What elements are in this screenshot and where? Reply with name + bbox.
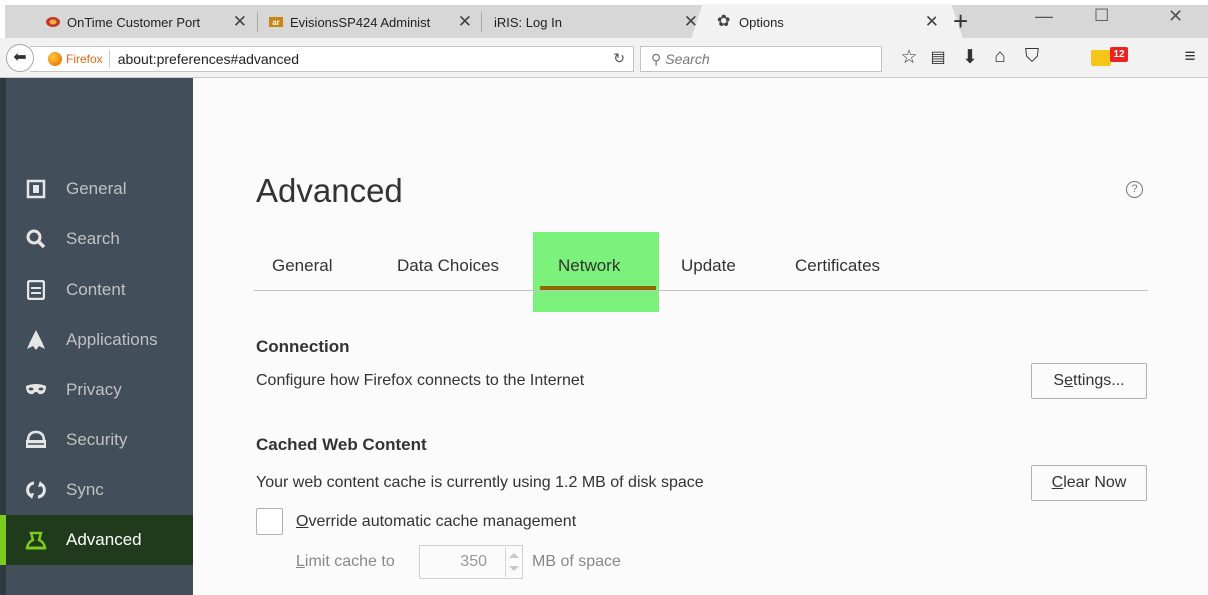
tab-ontime[interactable]: OnTime Customer Port ✕ — [35, 6, 255, 38]
button-label-prefix: S — [1053, 372, 1065, 389]
notification-badge: 12 — [1110, 47, 1128, 62]
general-icon — [24, 177, 48, 201]
sidebar-item-label: Content — [66, 280, 126, 299]
sidebar-item-label: Search — [66, 229, 120, 248]
sidebar-item-label: Applications — [66, 330, 158, 349]
chevron-up-icon[interactable] — [509, 553, 519, 558]
download-icon[interactable]: ⬇ — [958, 46, 982, 69]
close-icon[interactable]: ✕ — [925, 12, 939, 32]
cache-heading: Cached Web Content — [256, 435, 427, 454]
page-title: Advanced — [256, 172, 403, 209]
menu-icon[interactable]: ≡ — [1178, 46, 1202, 68]
tab-separator — [481, 12, 482, 32]
chevron-down-icon[interactable] — [509, 566, 519, 571]
home-icon[interactable]: ⌂ — [988, 46, 1012, 68]
tab-data-choices[interactable]: Data Choices — [397, 256, 499, 276]
accesskey: L — [296, 553, 305, 570]
tab-title: iRIS: Log In — [494, 14, 562, 30]
close-icon[interactable]: ✕ — [458, 12, 472, 32]
sidebar-item-label: Advanced — [66, 530, 142, 549]
search-input[interactable]: ⚲ Search — [640, 46, 882, 72]
extension-icon[interactable] — [1091, 50, 1111, 66]
nav-bar: Firefox about:preferences#advanced ↻ ⬅ ⚲… — [0, 38, 1208, 78]
tab-options[interactable]: ✿ Options ✕ — [707, 4, 947, 38]
tab-title: EvisionsSP424 Administ — [290, 14, 431, 30]
minimize-button[interactable]: — — [1035, 6, 1053, 27]
pocket-icon[interactable]: ⛉ — [1020, 46, 1044, 68]
sync-icon — [24, 478, 48, 502]
new-tab-button[interactable]: + — [953, 6, 968, 36]
cache-size-stepper[interactable] — [505, 547, 521, 577]
url-bar[interactable]: Firefox about:preferences#advanced ↻ — [30, 46, 634, 72]
connection-settings-button[interactable]: Settings... — [1031, 363, 1147, 399]
maximize-button[interactable]: ☐ — [1094, 6, 1109, 26]
button-label-rest: lear Now — [1063, 474, 1127, 491]
selected-tab-underline — [540, 286, 656, 290]
limit-cache-label: Limit cache to — [296, 553, 395, 571]
applications-icon — [24, 328, 48, 352]
override-cache-checkbox[interactable] — [256, 508, 283, 535]
evisions-icon: ar — [269, 17, 283, 27]
cache-description: Your web content cache is currently usin… — [256, 474, 704, 491]
svg-text:ar: ar — [272, 18, 280, 27]
url-text[interactable]: about:preferences#advanced — [110, 51, 299, 67]
accesskey: e — [1064, 372, 1073, 389]
firefox-icon — [48, 52, 62, 66]
tab-iris[interactable]: iRIS: Log In ✕ — [484, 6, 706, 38]
sidebar-item-label: Privacy — [66, 380, 122, 399]
sidebar-item-label: Sync — [66, 480, 104, 499]
tab-strip: OnTime Customer Port ✕ ar EvisionsSP424 … — [0, 0, 1208, 38]
advanced-icon — [24, 528, 48, 552]
tab-title: Options — [739, 14, 784, 30]
window-close-button[interactable]: ✕ — [1168, 6, 1183, 27]
search-icon — [24, 227, 48, 251]
bookmark-star-icon[interactable]: ☆ — [897, 46, 921, 69]
reload-icon[interactable]: ↻ — [613, 50, 625, 67]
tab-evisions[interactable]: ar EvisionsSP424 Administ ✕ — [258, 6, 480, 38]
tab-update[interactable]: Update — [681, 256, 736, 276]
clear-now-button[interactable]: Clear Now — [1031, 465, 1147, 501]
accesskey: O — [296, 513, 309, 530]
tab-certificates[interactable]: Certificates — [795, 256, 880, 276]
override-label-rest: verride automatic cache management — [308, 513, 577, 530]
back-button[interactable]: ⬅ — [6, 44, 34, 72]
search-placeholder: Search — [665, 51, 710, 67]
accesskey: C — [1051, 474, 1064, 491]
sidebar-item-label: General — [66, 179, 127, 198]
connection-description: Configure how Firefox connects to the In… — [256, 372, 585, 389]
tab-options-content: ✿ Options ✕ — [707, 6, 947, 38]
tab-title: OnTime Customer Port — [67, 14, 201, 30]
button-label-rest: ttings... — [1073, 372, 1125, 389]
tab-network[interactable]: Network — [558, 256, 620, 276]
connection-heading: Connection — [256, 337, 350, 356]
tab-general[interactable]: General — [272, 256, 332, 276]
privacy-mask-icon — [24, 378, 48, 402]
identity-label: Firefox — [66, 52, 103, 66]
search-icon: ⚲ — [651, 50, 662, 67]
close-icon[interactable]: ✕ — [233, 12, 247, 32]
limit-label-rest: imit cache to — [304, 553, 395, 570]
gear-icon: ✿ — [717, 13, 731, 30]
sidebar-item-label: Security — [66, 430, 128, 449]
reading-list-icon[interactable]: ▤ — [926, 47, 950, 67]
cache-size-unit: MB of space — [532, 553, 621, 570]
ontime-icon — [46, 17, 60, 27]
help-icon[interactable]: ? — [1126, 181, 1143, 198]
content-icon — [24, 278, 48, 302]
security-icon — [24, 428, 48, 452]
identity-box[interactable]: Firefox — [38, 50, 110, 68]
override-cache-label[interactable]: Override automatic cache management — [296, 513, 576, 531]
